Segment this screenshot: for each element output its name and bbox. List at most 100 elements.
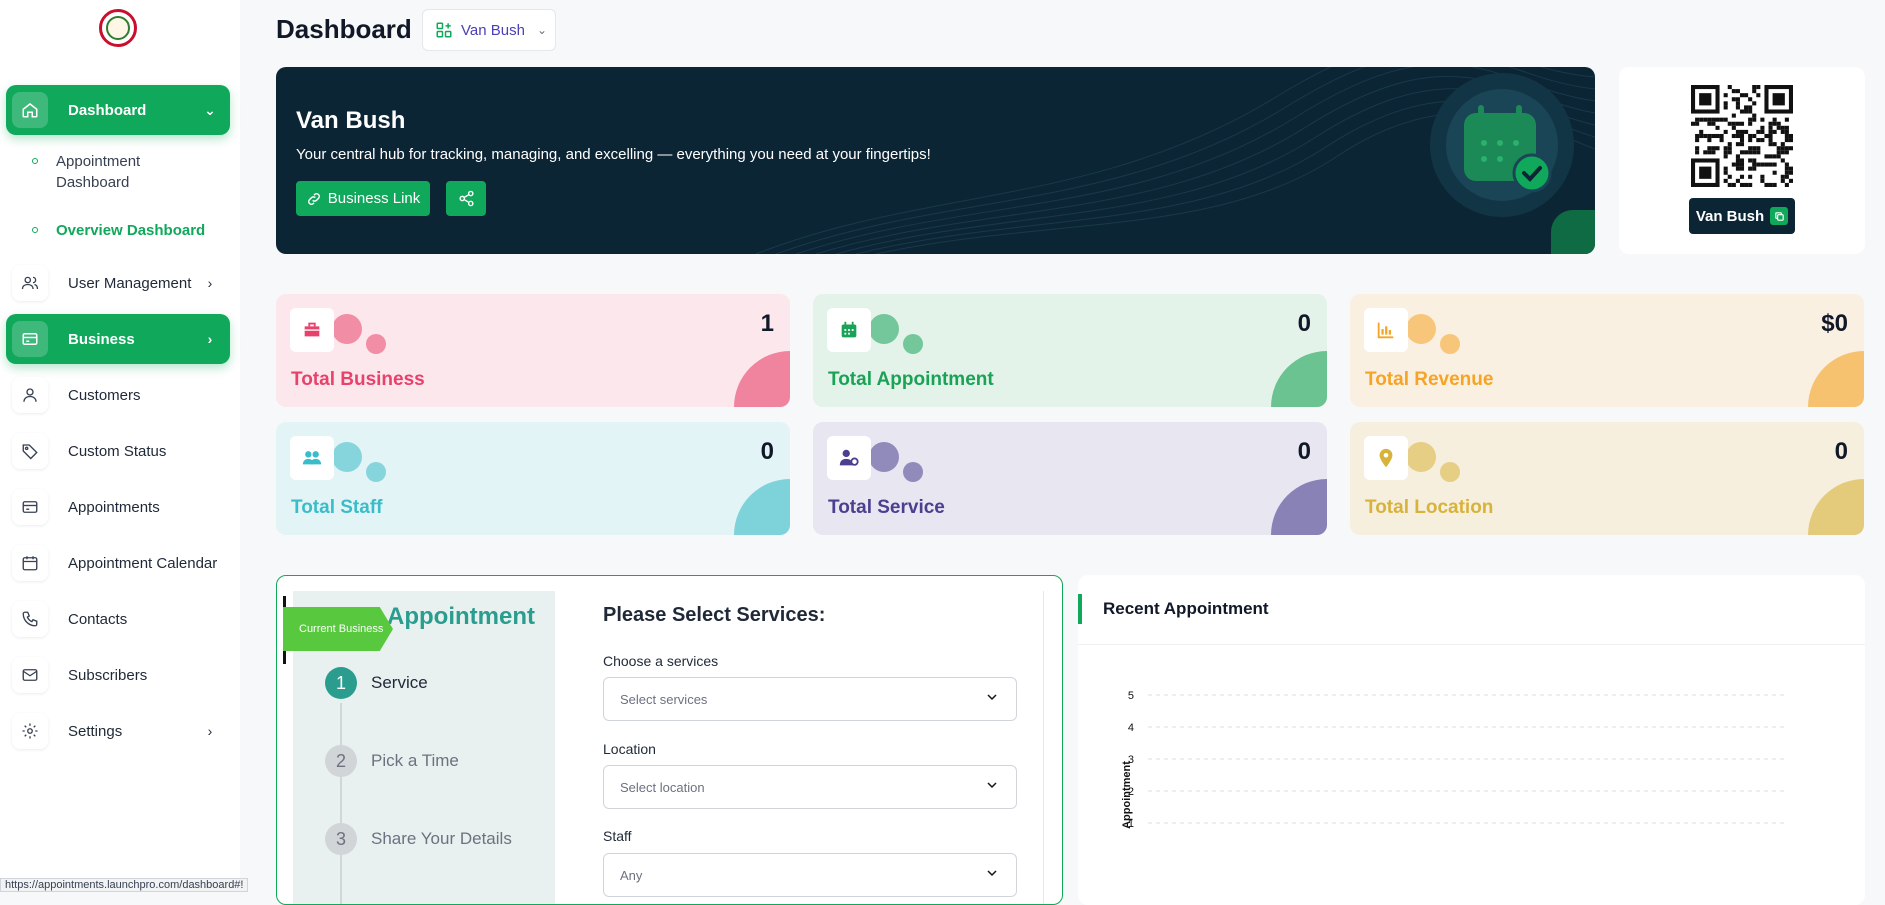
sidebar-item-business[interactable]: Business › [6,314,230,364]
decor-bubble [1440,462,1460,482]
select-placeholder: Select services [620,691,708,707]
step-service[interactable]: 1 Service [325,667,428,699]
user-gear-icon [827,436,871,480]
step-number: 3 [325,823,357,855]
decor-bubble [366,334,386,354]
phone-icon [12,601,48,637]
stat-value: 1 [760,310,774,337]
link-icon [306,191,322,207]
sidebar-item-custom-status[interactable]: Custom Status [6,426,230,476]
select-placeholder: Any [620,867,643,883]
bullet-icon [32,227,38,233]
sidebar-item-label: Subscribers [68,666,148,684]
decor-bubble [366,462,386,482]
stat-card-total-business[interactable]: 1 Total Business [276,294,790,407]
sidebar-item-customers[interactable]: Customers [6,370,230,420]
user-icon [12,377,48,413]
stat-card-total-revenue[interactable]: $0 Total Revenue [1350,294,1864,407]
stat-label: Total Service [828,497,945,518]
copy-qr-button[interactable]: Van Bush [1689,198,1795,234]
step-label: Share Your Details [371,829,512,848]
sidebar-item-label: Appointments [68,498,160,516]
business-selector[interactable]: Van Bush ⌄ [422,9,556,51]
bullet-icon [32,158,38,164]
step-pick-time[interactable]: 2 Pick a Time [325,745,459,777]
home-icon [12,92,48,128]
chevron-right-icon: › [207,723,213,739]
booking-heading: Appointment [387,603,535,630]
sidebar-item-user-management[interactable]: User Management › [6,258,230,308]
bar-chart-icon [1364,308,1408,352]
stat-card-total-appointment[interactable]: 0 Total Appointment [813,294,1327,407]
calendar-icon [827,308,871,352]
business-link-label: Business Link [327,190,421,207]
sidebar-item-settings[interactable]: Settings › [6,706,230,756]
sidebar-item-dashboard[interactable]: Dashboard ⌄ [6,85,230,135]
business-link-button[interactable]: Business Link [296,181,430,216]
tag-icon [12,433,48,469]
divider [1078,644,1865,645]
sidebar-item-appointment-calendar[interactable]: Appointment Calendar [6,538,230,588]
sidebar-subitem-label: Dashboard [56,174,130,191]
decor-corner [1808,351,1864,407]
y-tick-label: 5 [1128,690,1134,702]
status-bar-url: https://appointments.launchpro.com/dashb… [0,878,249,892]
sidebar-subitem-label: Appointment [56,153,141,170]
chevron-right-icon: › [207,275,213,291]
chevron-down-icon [984,865,1000,884]
sidebar-item-label: Custom Status [68,442,167,460]
qr-code[interactable] [1691,85,1793,187]
sidebar: Dashboard ⌄ Appointment Dashboard Overvi… [0,0,240,892]
users-icon [290,436,334,480]
stat-label: Total Staff [291,497,383,518]
banner-corner-decoration [1551,210,1595,254]
step-share-details[interactable]: 3 Share Your Details [325,823,512,855]
sidebar-subitem-appointment-dashboard[interactable]: Appointment Dashboard [28,151,140,193]
gear-icon [12,713,48,749]
decor-corner [734,479,790,535]
sidebar-item-label: Dashboard [68,101,147,119]
stat-value: 0 [760,438,774,465]
decor-bubble [1406,442,1436,472]
sidebar-item-contacts[interactable]: Contacts [6,594,230,644]
sidebar-item-subscribers[interactable]: Subscribers [6,650,230,700]
briefcase-icon [290,308,334,352]
field-label: Staff [603,828,632,844]
share-button[interactable] [446,181,486,216]
stat-card-total-service[interactable]: 0 Total Service [813,422,1327,535]
stat-card-total-staff[interactable]: 0 Total Staff [276,422,790,535]
sidebar-item-appointments[interactable]: Appointments [6,482,230,532]
stat-card-total-location[interactable]: 0 Total Location [1350,422,1864,535]
sidebar-subitem-overview-dashboard[interactable]: Overview Dashboard [28,220,205,241]
services-select[interactable]: Select services [603,677,1017,721]
decor-corner [1271,479,1327,535]
stat-value: 0 [1297,438,1311,465]
sidebar-item-label: User Management [68,274,192,292]
decor-corner [1271,351,1327,407]
sidebar-item-label: Customers [68,386,141,404]
banner-title: Van Bush [296,107,406,134]
y-tick-label: 4 [1128,722,1134,734]
decor-bubble [903,462,923,482]
decor-bubble [332,442,362,472]
decor-corner [734,351,790,407]
welcome-banner: Van Bush Your central hub for tracking, … [276,67,1595,254]
mail-icon [12,657,48,693]
business-selector-value: Van Bush [461,21,525,39]
grid-add-icon [435,21,453,39]
chevron-down-icon [984,777,1000,796]
sidebar-subitem-label: Overview Dashboard [56,222,206,239]
app-logo[interactable] [99,9,137,47]
decor-corner [1808,479,1864,535]
stat-value: 0 [1297,310,1311,337]
recent-appointment-card: Recent Appointment 5 4 3 2 1 Appointment [1078,575,1865,905]
qr-label: Van Bush [1695,207,1765,225]
decor-bubble [1406,314,1436,344]
page-title: Dashboard [276,14,412,44]
field-label: Location [603,741,656,757]
copy-icon [1770,207,1789,225]
decor-bubble [903,334,923,354]
staff-select[interactable]: Any [603,853,1017,897]
location-select[interactable]: Select location [603,765,1017,809]
stat-label: Total Business [291,369,425,390]
